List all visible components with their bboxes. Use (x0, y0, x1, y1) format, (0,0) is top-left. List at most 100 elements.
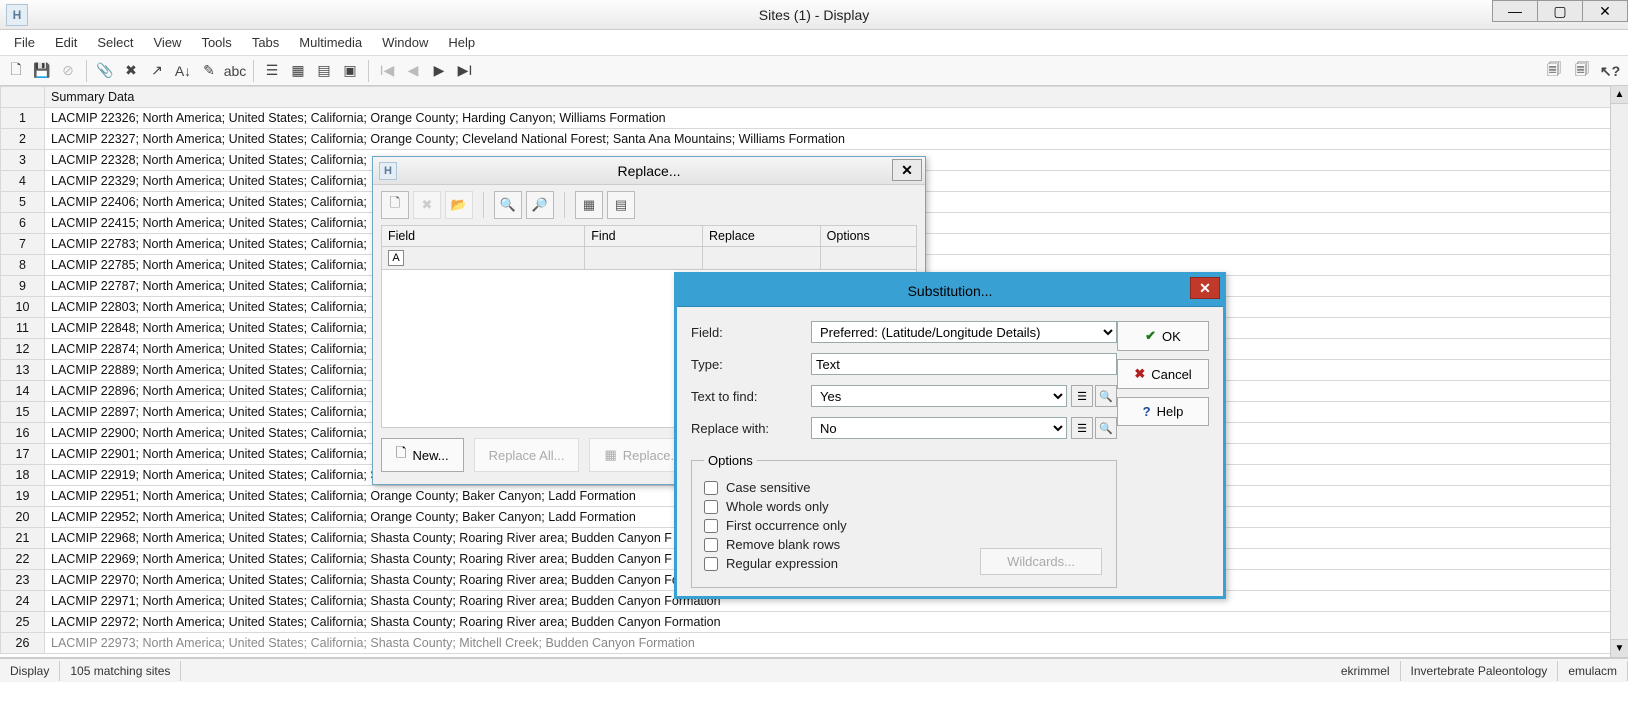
grid-view-icon[interactable]: ▦ (286, 59, 310, 83)
row-number[interactable]: 13 (1, 360, 45, 381)
menu-file[interactable]: File (4, 31, 45, 54)
replace-row-options[interactable] (820, 247, 916, 270)
menu-tabs[interactable]: Tabs (242, 31, 289, 54)
row-number[interactable]: 10 (1, 297, 45, 318)
replace-grid1-icon[interactable]: ▦ (575, 191, 603, 219)
row-number[interactable]: 4 (1, 171, 45, 192)
row-number[interactable]: 12 (1, 339, 45, 360)
row-number[interactable]: 23 (1, 570, 45, 591)
row-number[interactable]: 14 (1, 381, 45, 402)
replace-find-icon[interactable]: 🔍 (494, 191, 522, 219)
close-button[interactable]: ✕ (1582, 0, 1628, 22)
row-number[interactable]: 26 (1, 633, 45, 654)
replace-open-icon[interactable]: 📂 (445, 191, 473, 219)
scroll-up-icon[interactable]: ▲ (1611, 86, 1628, 104)
replace-new-icon[interactable]: 🗋 (381, 191, 409, 219)
replace-row-replace[interactable] (702, 247, 820, 270)
row-number[interactable]: 7 (1, 234, 45, 255)
attach-icon[interactable]: 📎 (93, 59, 117, 83)
maximize-button[interactable]: ▢ (1537, 0, 1583, 22)
row-number[interactable]: 19 (1, 486, 45, 507)
menu-help[interactable]: Help (438, 31, 485, 54)
case-sensitive-checkbox[interactable]: Case sensitive (704, 480, 1104, 495)
grid-cell[interactable]: LACMIP 22326; North America; United Stat… (45, 108, 1628, 129)
menu-multimedia[interactable]: Multimedia (289, 31, 372, 54)
ok-button[interactable]: ✔OK (1117, 321, 1209, 351)
replace-del-icon[interactable]: ✖ (413, 191, 441, 219)
menu-edit[interactable]: Edit (45, 31, 87, 54)
replace-col-options[interactable]: Options (820, 226, 916, 247)
replace-col-replace[interactable]: Replace (702, 226, 820, 247)
row-number[interactable]: 21 (1, 528, 45, 549)
thumb-view-icon[interactable]: ▣ (338, 59, 362, 83)
toolbar: 🗋 💾 ⊘ 📎 ✖ ↗ A↓ ✎ abc ☰ ▦ ▤ ▣ I◀ ◀ ▶ ▶I 🗐… (0, 56, 1628, 86)
substitution-close-button[interactable]: ✕ (1190, 277, 1220, 299)
row-number[interactable]: 6 (1, 213, 45, 234)
new-record-icon[interactable]: 🗋 (4, 59, 28, 83)
row-number[interactable]: 9 (1, 276, 45, 297)
row-number[interactable]: 15 (1, 402, 45, 423)
menu-window[interactable]: Window (372, 31, 438, 54)
replace-lookup-icon[interactable]: ☰ (1071, 417, 1093, 439)
replace-select[interactable]: No (811, 417, 1067, 439)
menu-view[interactable]: View (144, 31, 192, 54)
find-lookup-icon[interactable]: ☰ (1071, 385, 1093, 407)
discard-icon[interactable]: ⊘ (56, 59, 80, 83)
cancel-button[interactable]: ✖Cancel (1117, 359, 1209, 389)
find-browse-icon[interactable]: 🔍 (1095, 385, 1117, 407)
replace-row-find[interactable] (585, 247, 703, 270)
first-occurrence-checkbox[interactable]: First occurrence only (704, 518, 1104, 533)
replace-dialog-close-button[interactable]: ✕ (892, 159, 922, 181)
column-header-summary[interactable]: Summary Data (45, 87, 1628, 108)
help-button[interactable]: ?Help (1117, 397, 1209, 426)
nav-prev-icon[interactable]: ◀ (401, 59, 425, 83)
replace-col-field[interactable]: Field (382, 226, 585, 247)
wildcards-button[interactable]: Wildcards... (980, 548, 1102, 575)
doc-arrow-icon[interactable]: ↗ (145, 59, 169, 83)
page-view-icon[interactable]: ▤ (312, 59, 336, 83)
row-number[interactable]: 1 (1, 108, 45, 129)
grid-cell[interactable]: LACMIP 22972; North America; United Stat… (45, 612, 1628, 633)
grid-cell[interactable]: LACMIP 22973; North America; United Stat… (45, 633, 1628, 654)
row-number[interactable]: 5 (1, 192, 45, 213)
edit-icon[interactable]: ✎ (197, 59, 221, 83)
row-number[interactable]: 24 (1, 591, 45, 612)
replace-grid2-icon[interactable]: ▤ (607, 191, 635, 219)
menu-tools[interactable]: Tools (191, 31, 241, 54)
replace-col-find[interactable]: Find (585, 226, 703, 247)
row-number[interactable]: 16 (1, 423, 45, 444)
replace-browse-icon[interactable]: 🔍 (1095, 417, 1117, 439)
spellcheck-icon[interactable]: abc (223, 59, 247, 83)
row-number[interactable]: 11 (1, 318, 45, 339)
field-select[interactable]: Preferred: (Latitude/Longitude Details) (811, 321, 1117, 343)
row-number[interactable]: 8 (1, 255, 45, 276)
save-icon[interactable]: 💾 (30, 59, 54, 83)
sort-icon[interactable]: A↓ (171, 59, 195, 83)
nav-next-icon[interactable]: ▶ (427, 59, 451, 83)
nav-last-icon[interactable]: ▶I (453, 59, 477, 83)
nav-first-icon[interactable]: I◀ (375, 59, 399, 83)
row-number[interactable]: 17 (1, 444, 45, 465)
row-number[interactable]: 18 (1, 465, 45, 486)
grid-cell[interactable]: LACMIP 22327; North America; United Stat… (45, 129, 1628, 150)
menu-select[interactable]: Select (87, 31, 143, 54)
replace-all-button[interactable]: Replace All... (474, 438, 580, 472)
context-help-icon[interactable]: ↖? (1598, 59, 1622, 83)
vertical-scrollbar[interactable]: ▲ ▼ (1610, 86, 1628, 657)
row-number[interactable]: 22 (1, 549, 45, 570)
find-select[interactable]: Yes (811, 385, 1067, 407)
tool-right-2-icon[interactable]: 🗐 (1570, 59, 1594, 83)
row-number[interactable]: 25 (1, 612, 45, 633)
whole-words-checkbox[interactable]: Whole words only (704, 499, 1104, 514)
row-number[interactable]: 2 (1, 129, 45, 150)
replace-new-button[interactable]: 🗋New... (381, 438, 464, 472)
replace-row-field[interactable]: A (382, 247, 585, 270)
row-number[interactable]: 20 (1, 507, 45, 528)
doc-x-icon[interactable]: ✖ (119, 59, 143, 83)
list-view-icon[interactable]: ☰ (260, 59, 284, 83)
scroll-down-icon[interactable]: ▼ (1611, 639, 1628, 657)
tool-right-1-icon[interactable]: 🗐 (1542, 59, 1566, 83)
replace-find2-icon[interactable]: 🔎 (526, 191, 554, 219)
minimize-button[interactable]: — (1492, 0, 1538, 22)
row-number[interactable]: 3 (1, 150, 45, 171)
